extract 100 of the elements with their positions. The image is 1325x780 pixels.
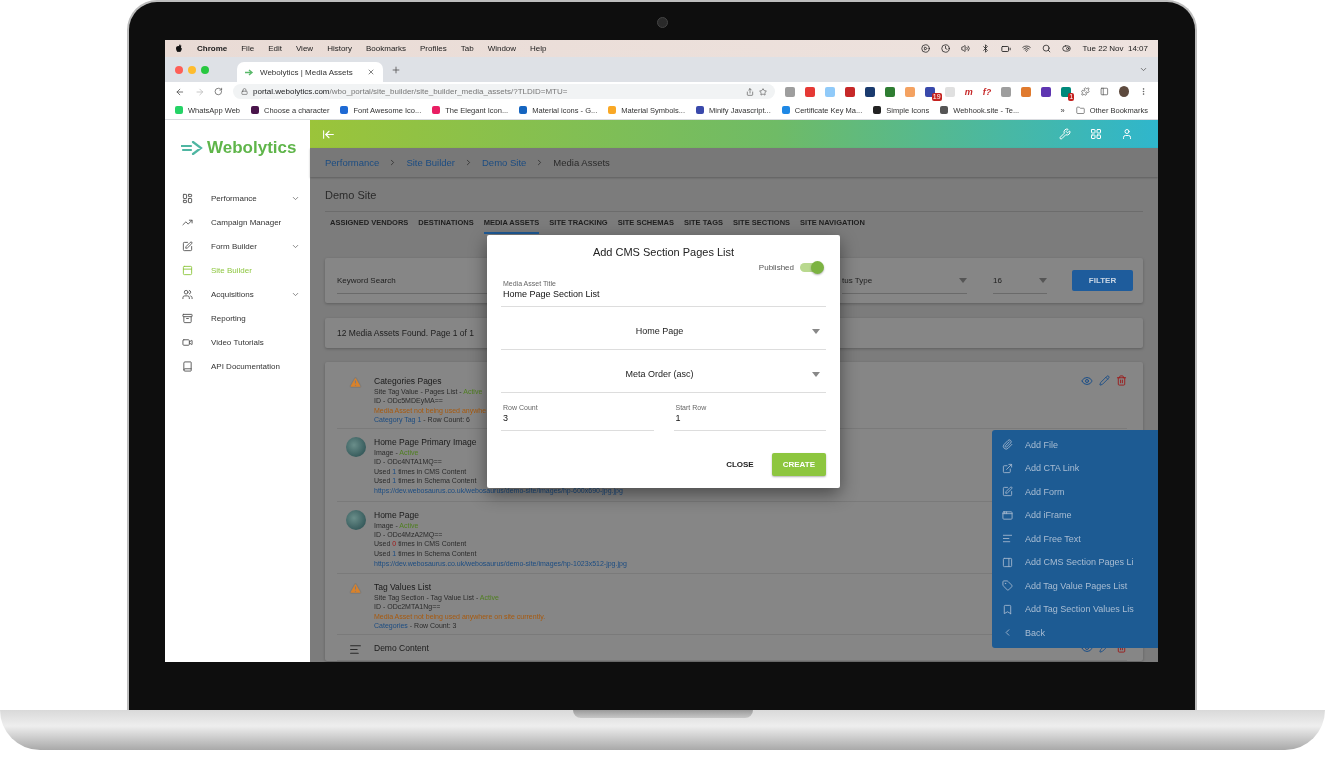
- wifi-icon[interactable]: [1022, 44, 1032, 53]
- user-icon[interactable]: [1121, 128, 1133, 140]
- play-icon[interactable]: [921, 44, 931, 53]
- tag-icon: [1002, 580, 1013, 592]
- back-icon[interactable]: [175, 86, 185, 97]
- menu-item[interactable]: Add Tag Value Pages List: [992, 574, 1158, 598]
- browser-tab[interactable]: Webolytics | Media Assets: [237, 62, 383, 82]
- puzzle-icon[interactable]: [1081, 87, 1090, 96]
- caret-icon: [1039, 277, 1047, 283]
- nav-item[interactable]: Reporting: [165, 306, 310, 330]
- nav-item[interactable]: Performance: [165, 186, 310, 210]
- close-window-dot[interactable]: [175, 65, 183, 74]
- archive-icon: [182, 312, 193, 324]
- star-icon[interactable]: [758, 87, 767, 96]
- menu-item[interactable]: Add Form: [992, 480, 1158, 504]
- extension-icon[interactable]: [924, 86, 935, 97]
- nav-item[interactable]: Form Builder: [165, 234, 310, 258]
- grid-icon[interactable]: [1090, 128, 1102, 140]
- caret-icon: [812, 371, 820, 377]
- extension-icon[interactable]: f?: [982, 86, 992, 97]
- menu-item[interactable]: Add CTA Link: [992, 456, 1158, 480]
- reload-icon[interactable]: [214, 87, 224, 96]
- new-tab-button[interactable]: [391, 64, 401, 75]
- zoom-window-dot[interactable]: [201, 65, 209, 74]
- menu-item[interactable]: Add File: [992, 433, 1158, 457]
- arrow-favicon-icon: [245, 68, 254, 76]
- extension-icon[interactable]: m: [964, 86, 973, 97]
- menu-item[interactable]: Help: [530, 44, 547, 53]
- nav-item[interactable]: Campaign Manager: [165, 210, 310, 234]
- favicon-icon: [940, 106, 949, 114]
- people-icon: [182, 288, 193, 300]
- menu-item[interactable]: Bookmarks: [366, 44, 407, 53]
- menu-item[interactable]: File: [241, 44, 255, 53]
- view-icon[interactable]: [1081, 375, 1093, 387]
- nav-item[interactable]: API Documentation: [165, 354, 310, 378]
- extension-icon[interactable]: [1061, 86, 1072, 97]
- toggle-icon[interactable]: [1062, 44, 1072, 53]
- text-lines-icon: [1002, 533, 1013, 545]
- asset-title: Tag Values List: [374, 581, 431, 594]
- collapse-icon[interactable]: [322, 127, 335, 141]
- favicon-icon: [873, 106, 882, 114]
- warning-icon: [349, 582, 362, 596]
- pencil-icon[interactable]: [1099, 375, 1110, 386]
- menu-bar-clock: Tue 22 Nov 14:07: [1082, 44, 1148, 53]
- menu-item[interactable]: Add iFrame: [992, 503, 1158, 527]
- asset-title: Home Page: [374, 508, 419, 521]
- menu-item[interactable]: View: [295, 44, 314, 53]
- page-size-select[interactable]: 16: [993, 267, 1047, 294]
- close-button[interactable]: CLOSE: [722, 454, 758, 475]
- menu-item[interactable]: Add CMS Section Pages Li: [992, 550, 1158, 574]
- bluetooth-icon[interactable]: [981, 44, 991, 53]
- asset-title: Categories Pages: [374, 375, 442, 387]
- nav-item[interactable]: Video Tutorials: [165, 330, 310, 354]
- status-select[interactable]: tus Type: [842, 267, 967, 294]
- menu-item[interactable]: Edit: [268, 44, 282, 53]
- battery-icon[interactable]: [1001, 43, 1012, 54]
- favicon-icon: [696, 106, 705, 114]
- extension-icon[interactable]: [1041, 86, 1052, 97]
- clock-icon[interactable]: [941, 44, 951, 53]
- search-icon[interactable]: [1042, 44, 1052, 53]
- window-icon: [1002, 509, 1013, 521]
- warning-icon: [349, 376, 362, 389]
- menu-item[interactable]: Add Tag Section Values Lis: [992, 597, 1158, 621]
- filter-button[interactable]: FILTER: [1072, 270, 1133, 291]
- trash-icon[interactable]: [1116, 375, 1127, 386]
- menu-item[interactable]: Chrome: [197, 44, 228, 53]
- paperclip-icon: [1002, 439, 1013, 451]
- camera-dot: [657, 17, 668, 28]
- order-select[interactable]: Meta Order (asc): [501, 356, 826, 393]
- tab-list-button[interactable]: [1139, 65, 1148, 74]
- extension-icon[interactable]: [844, 86, 855, 97]
- menu-item[interactable]: Tab: [460, 44, 474, 53]
- menu-item[interactable]: Profiles: [420, 44, 447, 53]
- extension-icon[interactable]: [884, 86, 895, 97]
- dialog-title: Add CMS Section Pages List: [591, 245, 736, 259]
- side-panel-icon[interactable]: [1100, 87, 1109, 96]
- brand-name: Webolytics: [207, 138, 297, 158]
- menu-item[interactable]: Add Free Text: [992, 527, 1158, 551]
- page-title: Demo Site: [325, 187, 1143, 212]
- tab-title: Webolytics | Media Assets: [260, 67, 354, 77]
- profile-avatar[interactable]: [1118, 86, 1130, 97]
- extension-icon[interactable]: [864, 86, 875, 97]
- page-select[interactable]: Home Page: [501, 313, 826, 350]
- wrench-icon[interactable]: [1059, 128, 1071, 140]
- published-switch[interactable]: [800, 262, 822, 272]
- menu-item[interactable]: Window: [487, 44, 517, 53]
- favicon-icon: [608, 106, 617, 114]
- favicon-icon: [519, 106, 528, 114]
- favicon-icon: [340, 106, 349, 114]
- chevron-right-icon: [464, 158, 473, 167]
- speaker-icon[interactable]: [961, 44, 971, 53]
- address-bar[interactable]: portal.webolytics.com/wbo_portal/site_builder/site_builder_media_assets/?TLDID=MTU=: [233, 84, 775, 99]
- minimize-window-dot[interactable]: [188, 65, 196, 74]
- menu-item[interactable]: Back: [992, 621, 1158, 645]
- close-icon[interactable]: [367, 68, 375, 76]
- window-icon: [182, 264, 193, 276]
- image-thumbnail: [345, 509, 366, 530]
- share-icon[interactable]: [745, 87, 754, 96]
- menu-item[interactable]: History: [327, 44, 352, 53]
- nav-item[interactable]: Acquisitions: [165, 282, 310, 306]
